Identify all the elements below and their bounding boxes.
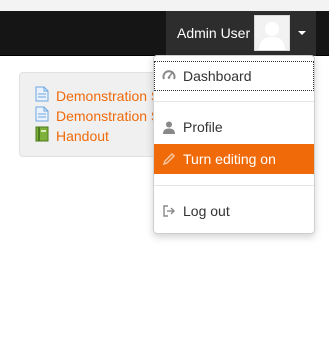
menu-item-label: Turn editing on — [183, 151, 276, 167]
menu-item-label: Log out — [183, 203, 230, 219]
block-item-demonstration-2[interactable]: Demonstration S — [35, 106, 160, 126]
logout-icon — [162, 204, 176, 218]
user-menu-dropdown: Dashboard Profile Turn editing on Log ou… — [153, 55, 315, 234]
menu-item-turn-editing-on[interactable]: Turn editing on — [154, 144, 314, 174]
menu-divider — [154, 101, 314, 102]
top-strip — [0, 0, 329, 11]
menu-divider — [154, 185, 314, 186]
user-avatar-icon[interactable] — [254, 15, 290, 51]
user-name[interactable]: Admin User — [177, 24, 250, 42]
pencil-icon — [162, 152, 176, 166]
caret-down-icon[interactable] — [298, 31, 306, 35]
book-icon — [35, 126, 49, 147]
menu-item-label: Profile — [183, 119, 223, 135]
user-icon — [162, 120, 176, 134]
block-item-label: Demonstration S — [56, 88, 161, 104]
menu-item-label: Dashboard — [183, 68, 252, 84]
file-icon — [35, 86, 49, 107]
menu-item-profile[interactable]: Profile — [154, 112, 314, 142]
block-item-handout[interactable]: Handout — [35, 126, 109, 146]
dashboard-icon — [162, 69, 176, 83]
block-item-label: Handout — [56, 128, 109, 144]
file-icon — [35, 106, 49, 127]
block-item-label: Demonstration S — [56, 108, 161, 124]
menu-item-log-out[interactable]: Log out — [154, 196, 314, 226]
menu-item-dashboard[interactable]: Dashboard — [154, 61, 314, 91]
block-item-demonstration-1[interactable]: Demonstration S — [35, 86, 160, 106]
